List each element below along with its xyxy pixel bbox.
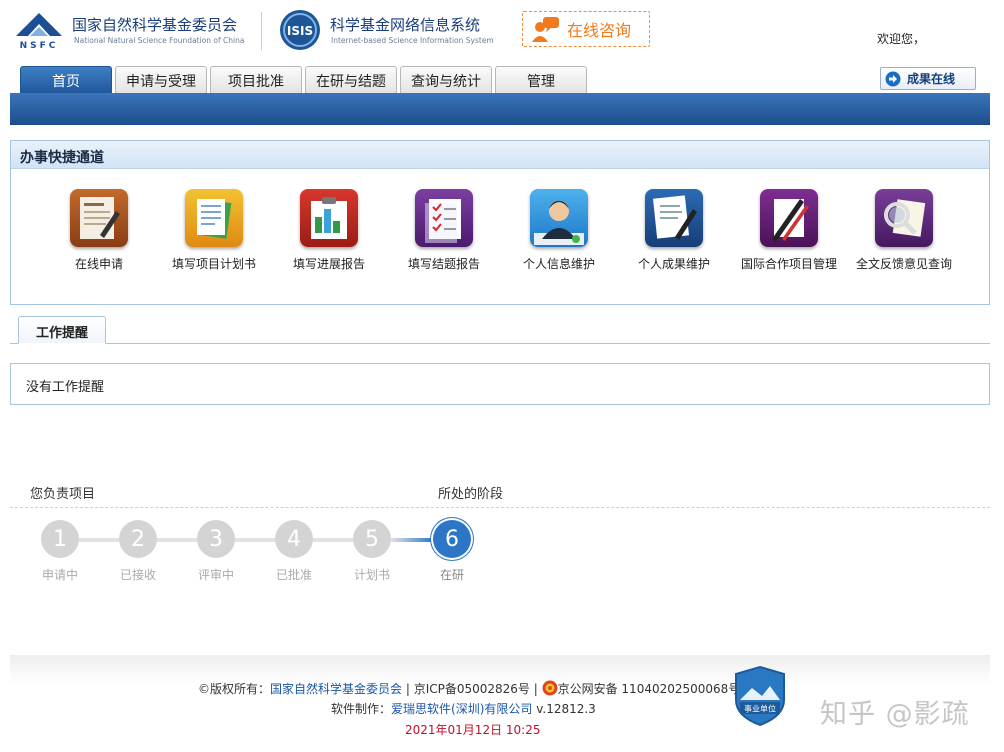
results-online-label: 成果在线 bbox=[907, 72, 956, 86]
stage-step-1: 1 bbox=[41, 520, 79, 558]
intl-cooperation-icon bbox=[760, 189, 818, 247]
nsfc-logo-text: NSFC bbox=[20, 41, 59, 50]
progress-report-icon bbox=[300, 189, 358, 247]
step-connector bbox=[391, 538, 433, 542]
feedback-query-icon bbox=[875, 189, 933, 247]
personal-results-icon bbox=[645, 189, 703, 247]
stage-label: 计划书 bbox=[353, 568, 390, 582]
online-consult-button[interactable]: 在线咨询 bbox=[522, 11, 650, 47]
stage-step-5: 5 bbox=[353, 520, 391, 558]
personal-info-icon bbox=[530, 189, 588, 247]
footer-maker-line: 软件制作：爱瑞思软件(深圳)有限公司 v.12812.3 bbox=[331, 700, 596, 717]
work-reminder-message: 没有工作提醒 bbox=[10, 363, 990, 405]
stage-label: 已批准 bbox=[275, 568, 312, 582]
shortcut-project-plan[interactable]: 填写项目计划书 bbox=[154, 189, 274, 272]
system-name-en: Internet-based Science Information Syste… bbox=[331, 36, 494, 45]
police-emblem-icon bbox=[542, 680, 558, 696]
project-plan-icon bbox=[185, 189, 243, 247]
owner-link[interactable]: 国家自然科学基金委员会 bbox=[270, 682, 402, 696]
stage-step-4: 4 bbox=[275, 520, 313, 558]
shortcut-label: 填写结题报告 bbox=[407, 257, 480, 271]
shortcut-personal-results[interactable]: 个人成果维护 bbox=[614, 189, 734, 272]
shortcut-panel-title: 办事快捷通道 bbox=[11, 141, 989, 169]
shortcut-intl-cooperation[interactable]: 国际合作项目管理 bbox=[729, 189, 849, 272]
tab-approval[interactable]: 项目批准 bbox=[210, 66, 302, 94]
consult-person-icon bbox=[532, 17, 559, 42]
shortcut-label: 个人成果维护 bbox=[637, 257, 710, 271]
shortcut-label: 个人信息维护 bbox=[522, 257, 595, 271]
tab-work-reminder[interactable]: 工作提醒 bbox=[18, 316, 106, 344]
shortcut-label: 在线申请 bbox=[74, 257, 123, 271]
isis-logo-text: ISIS bbox=[287, 24, 313, 38]
final-report-icon bbox=[415, 189, 473, 247]
stage-label: 申请中 bbox=[41, 568, 78, 582]
maker-link[interactable]: 爱瑞思软件(深圳)有限公司 bbox=[391, 702, 532, 716]
shortcut-online-apply[interactable]: 在线申请 bbox=[39, 189, 159, 272]
maker-prefix: 软件制作： bbox=[331, 702, 392, 716]
arrow-right-circle-icon bbox=[885, 71, 901, 86]
step-connector bbox=[235, 538, 275, 542]
header-divider bbox=[261, 12, 262, 50]
copyright-prefix: ©版权所有： bbox=[198, 682, 271, 696]
shortcut-personal-info[interactable]: 个人信息维护 bbox=[499, 189, 619, 272]
stage-step-2: 2 bbox=[119, 520, 157, 558]
footer-copyright-line: ©版权所有：国家自然科学基金委员会 | 京ICP备05002826号 | 京公网… bbox=[198, 680, 740, 697]
stage-divider bbox=[10, 507, 990, 508]
shortcut-panel: 办事快捷通道 在线申请 填写项目计划书 填写进展报告 填写结题报告 个人信息维护… bbox=[10, 140, 990, 305]
org-name-cn: 国家自然科学基金委员会 bbox=[72, 16, 238, 34]
results-online-button[interactable]: 成果在线 bbox=[880, 67, 976, 90]
stage-label: 评审中 bbox=[197, 568, 234, 582]
work-tab-line bbox=[10, 343, 990, 344]
shortcut-final-report[interactable]: 填写结题报告 bbox=[384, 189, 504, 272]
stage-label: 已接收 bbox=[119, 568, 156, 582]
step-connector bbox=[313, 538, 353, 542]
tab-ongoing[interactable]: 在研与结题 bbox=[305, 66, 397, 94]
badge-text: 事业单位 bbox=[744, 704, 776, 714]
shortcut-progress-report[interactable]: 填写进展报告 bbox=[269, 189, 389, 272]
tab-apply[interactable]: 申请与受理 bbox=[115, 66, 207, 94]
watermark: 知乎 @影疏 bbox=[820, 699, 970, 730]
tab-query[interactable]: 查询与统计 bbox=[400, 66, 492, 94]
consult-label: 在线咨询 bbox=[567, 21, 632, 40]
org-name-en: National Natural Science Foundation of C… bbox=[74, 36, 245, 45]
shortcut-label: 填写进展报告 bbox=[292, 257, 365, 271]
nsfc-logo: NSFC bbox=[16, 13, 62, 50]
stage-step-3: 3 bbox=[197, 520, 235, 558]
my-projects-label: 您负责项目 bbox=[30, 487, 96, 502]
nav-bar bbox=[10, 93, 990, 125]
stage-label-current: 在研 bbox=[439, 568, 464, 582]
footer-datetime: 2021年01月12日 10:25 bbox=[405, 723, 541, 737]
icp-text: | 京ICP备05002826号 | bbox=[402, 682, 542, 696]
version-text: v.12812.3 bbox=[532, 702, 596, 716]
shortcut-label: 填写项目计划书 bbox=[171, 257, 256, 271]
tab-home[interactable]: 首页 bbox=[20, 66, 112, 95]
online-apply-icon bbox=[70, 189, 128, 247]
police-record-text: 京公网安备 11040202500068号 bbox=[557, 682, 741, 696]
shortcut-label: 全文反馈意见查询 bbox=[855, 257, 952, 271]
public-institution-badge[interactable]: 事业单位 bbox=[734, 666, 786, 726]
system-name-cn: 科学基金网络信息系统 bbox=[330, 16, 481, 34]
tab-manage[interactable]: 管理 bbox=[495, 66, 587, 94]
stage-step-6-current: 6 bbox=[433, 520, 471, 558]
shortcut-feedback-query[interactable]: 全文反馈意见查询 bbox=[844, 189, 964, 272]
isis-logo: ISIS bbox=[280, 10, 320, 50]
step-connector bbox=[157, 538, 197, 542]
welcome-text: 欢迎您， bbox=[877, 32, 926, 46]
shortcut-label: 国际合作项目管理 bbox=[740, 257, 837, 271]
step-connector bbox=[79, 538, 119, 542]
current-stage-label: 所处的阶段 bbox=[438, 487, 504, 502]
